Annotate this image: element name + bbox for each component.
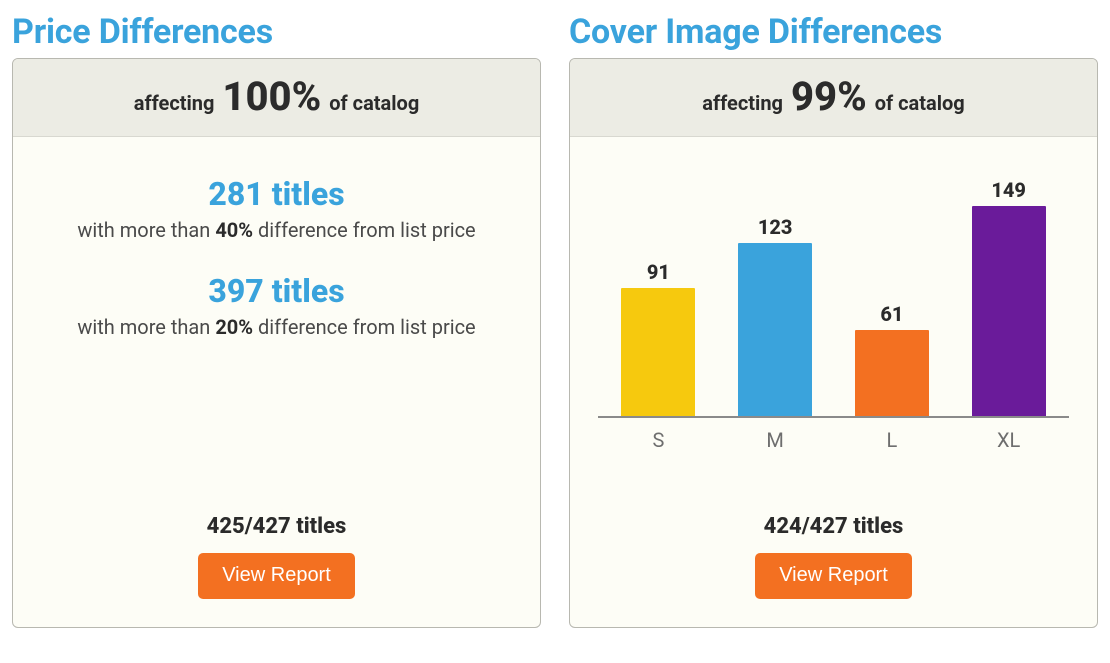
- price-stat-1-headline: 397 titles: [77, 272, 475, 310]
- cover-card: affecting 99% of catalog 91 123 61 149 SMLX…: [569, 58, 1098, 628]
- bar-m: [738, 243, 812, 416]
- bar-col-xl: 149: [950, 163, 1067, 416]
- price-totals: 425/427 titles: [207, 494, 347, 539]
- bar-xl: [972, 206, 1046, 416]
- cover-card-title: Cover Image Differences: [569, 12, 1098, 52]
- cover-chart-labels: SMLXL: [598, 418, 1069, 452]
- cover-header-pct: 99%: [787, 73, 871, 120]
- price-stat-1: 397 titles with more than 20% difference…: [77, 272, 475, 341]
- bar-s: [621, 288, 695, 416]
- price-header-pct: 100%: [218, 73, 325, 120]
- bar-value-s: 91: [647, 260, 670, 284]
- price-card-body: 281 titles with more than 40% difference…: [13, 137, 540, 627]
- price-stat-1-pre: with more than: [77, 315, 210, 339]
- bar-value-m: 123: [758, 215, 793, 239]
- cover-chart: 91 123 61 149 SMLXL: [598, 163, 1069, 452]
- price-header-pre: affecting: [134, 91, 215, 115]
- price-stat-0-headline: 281 titles: [77, 175, 475, 213]
- cover-chart-bars: 91 123 61 149: [598, 163, 1069, 418]
- price-stat-1-bold: 20%: [215, 315, 253, 339]
- price-stat-0-post: difference from list price: [258, 218, 476, 242]
- cover-differences-section: Cover Image Differences affecting 99% of…: [569, 12, 1098, 628]
- bar-label-m: M: [717, 428, 834, 452]
- price-differences-section: Price Differences affecting 100% of cata…: [12, 12, 541, 628]
- bar-value-l: 61: [880, 302, 903, 326]
- bar-label-xl: XL: [950, 428, 1067, 452]
- price-card: affecting 100% of catalog 281 titles wit…: [12, 58, 541, 628]
- cover-header-pre: affecting: [702, 91, 783, 115]
- bar-value-xl: 149: [991, 178, 1026, 202]
- cover-header-post: of catalog: [875, 91, 965, 115]
- price-header-post: of catalog: [329, 91, 419, 115]
- price-card-header: affecting 100% of catalog: [13, 59, 540, 137]
- bar-col-s: 91: [600, 163, 717, 416]
- price-stat-0-sub: with more than 40% difference from list …: [77, 217, 475, 244]
- price-stat-1-sub: with more than 20% difference from list …: [77, 314, 475, 341]
- price-stat-0: 281 titles with more than 40% difference…: [77, 175, 475, 244]
- bar-col-m: 123: [717, 163, 834, 416]
- price-stat-0-pre: with more than: [77, 218, 210, 242]
- cover-card-body: 91 123 61 149 SMLXL 424/427 titles View Rep…: [570, 137, 1097, 627]
- bar-label-l: L: [834, 428, 951, 452]
- cover-card-header: affecting 99% of catalog: [570, 59, 1097, 137]
- cover-view-report-button[interactable]: View Report: [755, 553, 912, 599]
- cover-totals: 424/427 titles: [764, 494, 904, 539]
- price-stat-0-bold: 40%: [215, 218, 253, 242]
- bar-l: [855, 330, 929, 416]
- price-stat-1-post: difference from list price: [258, 315, 476, 339]
- price-view-report-button[interactable]: View Report: [198, 553, 355, 599]
- bar-col-l: 61: [834, 163, 951, 416]
- bar-label-s: S: [600, 428, 717, 452]
- price-card-title: Price Differences: [12, 12, 541, 52]
